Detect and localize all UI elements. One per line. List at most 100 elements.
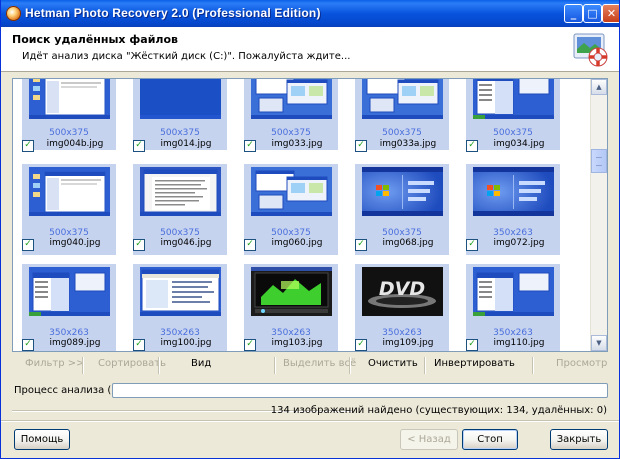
thumbnail-item[interactable]: 500x375 ✓ img046.jpg <box>133 164 227 255</box>
thumbnail-image[interactable] <box>362 167 443 216</box>
thumbnail-item[interactable]: 500x375 ✓ img040.jpg <box>22 164 116 255</box>
image-dimensions: 500x375 <box>49 128 89 138</box>
close-button[interactable]: Закрыть <box>550 429 608 450</box>
scroll-up-icon[interactable]: ▲ <box>591 79 607 95</box>
stop-button[interactable]: Стоп <box>462 429 518 450</box>
scrollbar-thumb[interactable] <box>591 149 607 173</box>
thumbnail-image[interactable] <box>473 79 554 119</box>
image-dimensions: 500x375 <box>382 128 422 138</box>
file-name: img046.jpg <box>160 238 212 248</box>
file-name: img004b.jpg <box>46 139 104 149</box>
file-name: img103.jpg <box>271 338 323 348</box>
image-dimensions: 500x375 <box>382 228 422 238</box>
select-checkbox[interactable]: ✓ <box>355 140 367 152</box>
thumbnail-image[interactable] <box>29 167 110 216</box>
toolbar-divider <box>82 357 84 374</box>
vertical-scrollbar[interactable]: ▲ ▼ <box>590 79 607 351</box>
file-name: img033.jpg <box>271 139 323 149</box>
found-count-text: 134 изображений найдено (существующих: 1… <box>270 405 607 416</box>
thumbnail-item[interactable]: 500x375 ✓ img068.jpg <box>355 164 449 255</box>
filter-button[interactable]: Фильтр >> <box>25 358 85 369</box>
image-dimensions: 350x263 <box>382 328 422 338</box>
select-checkbox[interactable]: ✓ <box>22 140 34 152</box>
thumbnail-item[interactable]: DVD 350x263 ✓ img109.jpg <box>355 264 449 351</box>
thumbnail-image[interactable] <box>29 267 110 316</box>
thumbnail-image[interactable] <box>251 267 332 316</box>
thumbnail-image[interactable] <box>251 167 332 216</box>
image-dimensions: 500x375 <box>493 128 533 138</box>
close-window-button[interactable]: ✕ <box>602 4 619 23</box>
image-dimensions: 500x375 <box>271 128 311 138</box>
thumbnail-list[interactable]: 500x375 ✓ img004b.jpg 500x375 ✓ img014.jpg 500… <box>12 78 608 352</box>
file-name: img100.jpg <box>160 338 212 348</box>
thumbnail-item[interactable]: 350x263 ✓ img100.jpg <box>133 264 227 351</box>
title-bar[interactable]: Hetman Photo Recovery 2.0 (Professional … <box>1 0 619 27</box>
select-checkbox[interactable]: ✓ <box>133 140 145 152</box>
file-name: img109.jpg <box>382 338 434 348</box>
select-checkbox[interactable]: ✓ <box>466 239 478 251</box>
clear-button[interactable]: Очистить <box>368 358 418 369</box>
toolbar-divider <box>158 357 160 374</box>
thumbnail-image[interactable] <box>473 267 554 316</box>
select-checkbox[interactable]: ✓ <box>22 339 34 351</box>
select-checkbox[interactable]: ✓ <box>244 339 256 351</box>
thumbnail-image[interactable] <box>251 79 332 119</box>
file-name: img014.jpg <box>160 139 212 149</box>
app-window: Hetman Photo Recovery 2.0 (Professional … <box>0 0 620 459</box>
thumbnail-item[interactable]: 500x375 ✓ img004b.jpg <box>22 79 116 152</box>
select-checkbox[interactable]: ✓ <box>133 339 145 351</box>
thumbnail-item[interactable]: 500x375 ✓ img014.jpg <box>133 79 227 152</box>
image-dimensions: 500x375 <box>49 228 89 238</box>
thumbnail-image[interactable] <box>29 79 110 119</box>
thumbnail-item[interactable]: 500x375 ✓ img034.jpg <box>466 79 560 152</box>
invert-button[interactable]: Инвертировать <box>434 358 515 369</box>
scroll-down-icon[interactable]: ▼ <box>591 335 607 351</box>
image-dimensions: 500x375 <box>160 128 200 138</box>
thumbnail-item[interactable]: 500x375 ✓ img033a.jpg <box>355 79 449 152</box>
preview-button[interactable]: Просмотр <box>556 358 607 369</box>
select-checkbox[interactable]: ✓ <box>355 339 367 351</box>
page-subtitle: Идёт анализ диска "Жёсткий диск (C:)". П… <box>22 51 351 62</box>
thumbnail-item[interactable]: 500x375 ✓ img033.jpg <box>244 79 338 152</box>
thumbnail-item[interactable]: 350x263 ✓ img110.jpg <box>466 264 560 351</box>
file-name: img033a.jpg <box>379 139 437 149</box>
page-title: Поиск удалённых файлов <box>12 33 178 46</box>
minimize-button[interactable]: _ <box>564 4 583 23</box>
select-checkbox[interactable]: ✓ <box>355 239 367 251</box>
window-title: Hetman Photo Recovery 2.0 (Professional … <box>25 6 321 20</box>
select-checkbox[interactable]: ✓ <box>22 239 34 251</box>
select-checkbox[interactable]: ✓ <box>466 140 478 152</box>
select-all-button[interactable]: Выделить всё <box>283 358 356 369</box>
toolbar-divider <box>349 357 351 374</box>
select-checkbox[interactable]: ✓ <box>244 239 256 251</box>
select-checkbox[interactable]: ✓ <box>244 140 256 152</box>
thumbnail-image[interactable] <box>362 79 443 119</box>
thumbnail-image[interactable] <box>473 167 554 216</box>
lifebuoy-icon <box>573 33 608 67</box>
select-checkbox[interactable]: ✓ <box>466 339 478 351</box>
thumbnail-image[interactable] <box>140 267 221 316</box>
back-button[interactable]: < Назад <box>400 429 458 450</box>
progress-bar <box>112 383 608 398</box>
select-checkbox[interactable]: ✓ <box>133 239 145 251</box>
thumbnail-item[interactable]: 350x263 ✓ img089.jpg <box>22 264 116 351</box>
svg-text:DVD: DVD <box>379 278 425 300</box>
help-button[interactable]: Помощь <box>14 429 70 450</box>
thumbnail-image[interactable]: DVD <box>362 267 443 316</box>
thumbnail-item[interactable]: 500x375 ✓ img060.jpg <box>244 164 338 255</box>
thumbnail-image[interactable] <box>140 79 221 119</box>
file-name: img060.jpg <box>271 238 323 248</box>
file-name: img072.jpg <box>493 238 545 248</box>
file-name: img034.jpg <box>493 139 545 149</box>
toolbar-divider <box>274 357 276 374</box>
view-button[interactable]: Вид <box>191 358 211 369</box>
thumbnail-image[interactable] <box>140 167 221 216</box>
divider <box>1 420 619 422</box>
maximize-button[interactable]: □ <box>583 4 602 23</box>
thumbnail-item[interactable]: 350x263 ✓ img103.jpg <box>244 264 338 351</box>
app-logo-icon <box>6 6 21 21</box>
file-name: img089.jpg <box>49 338 101 348</box>
thumbnail-item[interactable]: 350x263 ✓ img072.jpg <box>466 164 560 255</box>
sort-button[interactable]: Сортировать <box>98 358 166 369</box>
wizard-header: Поиск удалённых файлов Идёт анализ диска… <box>1 27 619 72</box>
